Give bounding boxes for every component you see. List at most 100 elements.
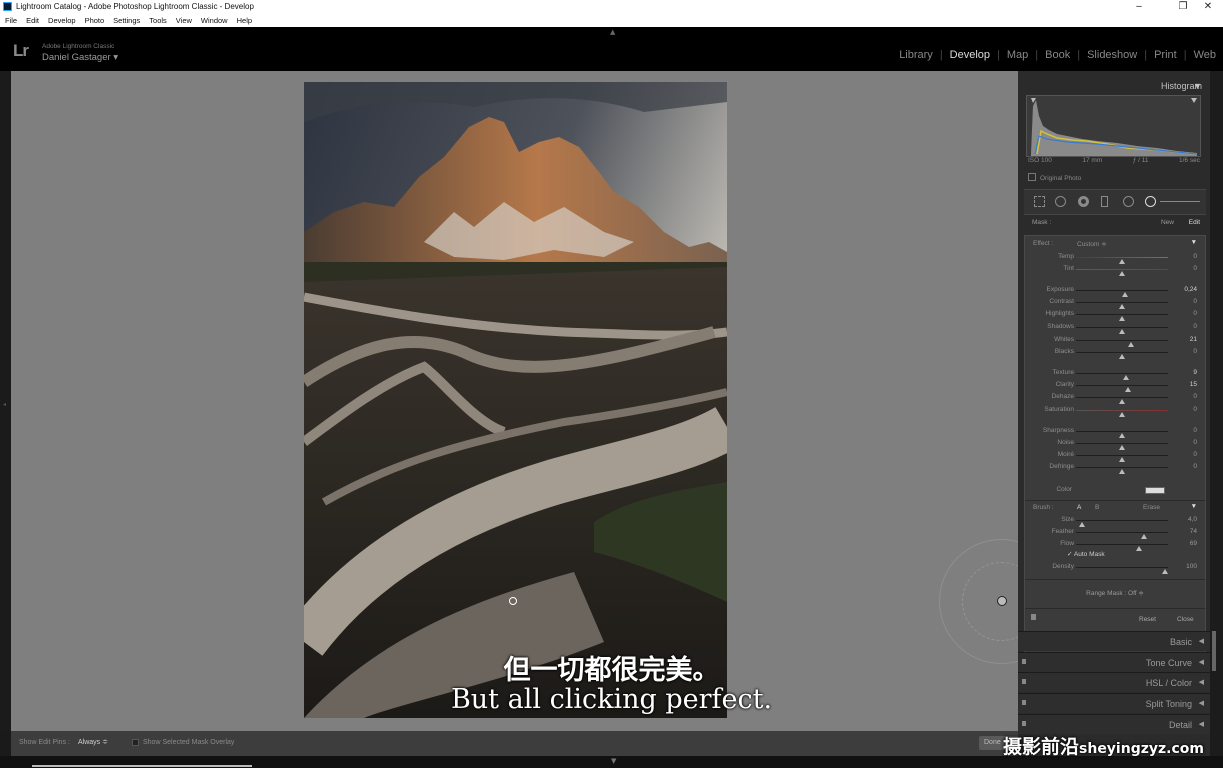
slider-clarity[interactable]: Clarity 15 [1025, 380, 1207, 392]
menu-tools[interactable]: Tools [144, 14, 171, 27]
panel-switch-icon[interactable] [1022, 679, 1026, 684]
brush-b-tab[interactable]: B [1095, 504, 1099, 511]
panel-switch-icon[interactable] [1031, 614, 1036, 620]
slider-value[interactable]: 0 [1193, 463, 1197, 470]
slider-contrast[interactable]: Contrast 0 [1025, 297, 1207, 309]
left-panel-collapsed[interactable]: ◂ [0, 71, 11, 731]
slider-knob[interactable] [1119, 412, 1125, 417]
slider-feather[interactable]: Feather 74 [1025, 527, 1207, 539]
slider-track[interactable] [1076, 257, 1168, 264]
slider-value[interactable]: 0 [1193, 393, 1197, 400]
slider-blacks[interactable]: Blacks 0 [1025, 347, 1207, 359]
slider-value[interactable]: 0 [1193, 253, 1197, 260]
slider-track[interactable] [1076, 431, 1168, 438]
module-web[interactable]: Web [1187, 49, 1223, 61]
module-book[interactable]: Book [1038, 49, 1077, 61]
slider-sharpness[interactable]: Sharpness 0 [1025, 426, 1207, 438]
panel-switch-icon[interactable] [1022, 700, 1026, 705]
graduated-filter-tool-icon[interactable] [1101, 196, 1108, 207]
mask-new-button[interactable]: New [1161, 219, 1174, 226]
panel-split-toning[interactable]: Split Toning ◀ [1018, 693, 1210, 713]
slider-noise[interactable]: Noise 0 [1025, 438, 1207, 450]
slider-track[interactable] [1076, 290, 1168, 297]
slider-track[interactable] [1076, 352, 1168, 359]
brush-a-tab[interactable]: A [1077, 504, 1081, 511]
slider-value[interactable]: 0,24 [1184, 286, 1197, 293]
slider-track[interactable] [1076, 314, 1168, 321]
slider-track[interactable] [1076, 410, 1168, 417]
slider-flow[interactable]: Flow 69 [1025, 539, 1207, 551]
slider-track[interactable] [1076, 455, 1168, 462]
scrollbar-thumb[interactable] [1212, 631, 1216, 671]
collapse-top-panel-icon[interactable]: ▲ [610, 28, 615, 36]
slider-track[interactable] [1076, 443, 1168, 450]
slider-knob[interactable] [1119, 271, 1125, 276]
slider-value[interactable]: 0 [1193, 310, 1197, 317]
red-eye-tool-icon[interactable] [1078, 196, 1089, 207]
slider-track[interactable] [1076, 340, 1168, 347]
menu-view[interactable]: View [171, 14, 196, 27]
histogram-header[interactable]: Histogram ▼ [1018, 71, 1210, 91]
show-mask-overlay-checkbox[interactable] [132, 739, 139, 746]
slider-value[interactable]: 9 [1193, 369, 1197, 376]
slider-track[interactable] [1076, 385, 1168, 392]
slider-texture[interactable]: Texture 9 [1025, 368, 1207, 380]
slider-knob[interactable] [1119, 329, 1125, 334]
slider-track[interactable] [1076, 269, 1168, 276]
tool-strip-slider[interactable] [1160, 201, 1200, 202]
range-mask-select[interactable]: Range Mask : Off ≑ [1025, 589, 1205, 597]
panel-switch-icon[interactable] [1022, 659, 1026, 664]
slider-knob[interactable] [1119, 316, 1125, 321]
slider-knob[interactable] [1119, 469, 1125, 474]
slider-temp[interactable]: Temp 0 [1025, 252, 1207, 264]
menu-file[interactable]: File [0, 14, 21, 27]
slider-value[interactable]: 0 [1193, 439, 1197, 446]
slider-knob[interactable] [1119, 354, 1125, 359]
module-map[interactable]: Map [1000, 49, 1035, 61]
slider-value[interactable]: 0 [1193, 427, 1197, 434]
expand-filmstrip-icon[interactable]: ▼ [611, 757, 616, 765]
effect-preset-select[interactable]: Custom ≑ [1077, 240, 1107, 248]
slider-track[interactable] [1076, 302, 1168, 309]
module-print[interactable]: Print [1147, 49, 1184, 61]
slider-value[interactable]: 0 [1193, 265, 1197, 272]
slider-knob[interactable] [1136, 546, 1143, 551]
slider-size[interactable]: Size 4,0 [1025, 515, 1207, 527]
slider-exposure[interactable]: Exposure 0,24 [1025, 285, 1207, 297]
brush-erase-tab[interactable]: Erase [1143, 504, 1160, 511]
slider-value[interactable]: 0 [1193, 323, 1197, 330]
slider-moire[interactable]: Moiré 0 [1025, 450, 1207, 462]
slider-value[interactable]: 74 [1190, 528, 1197, 535]
menu-develop[interactable]: Develop [43, 14, 80, 27]
slider-value[interactable]: 0 [1193, 451, 1197, 458]
slider-saturation[interactable]: Saturation 0 [1025, 405, 1207, 417]
slider-track[interactable] [1076, 327, 1168, 334]
auto-mask-toggle[interactable]: ✓ Auto Mask [1067, 550, 1105, 558]
slider-track[interactable] [1076, 520, 1168, 527]
effect-collapse-icon[interactable]: ▼ [1191, 239, 1197, 246]
show-edit-pins-select[interactable]: Always ≑ [78, 738, 108, 746]
slider-density[interactable]: Density 100 [1025, 562, 1207, 574]
slider-value[interactable]: 4,0 [1188, 516, 1197, 523]
slider-track[interactable] [1076, 467, 1168, 474]
module-develop[interactable]: Develop [943, 49, 997, 61]
panel-basic[interactable]: Basic ◀ [1018, 631, 1210, 651]
module-slideshow[interactable]: Slideshow [1080, 49, 1144, 61]
panel-tone-curve[interactable]: Tone Curve ◀ [1018, 652, 1210, 672]
slider-value[interactable]: 21 [1190, 336, 1197, 343]
spot-removal-tool-icon[interactable] [1055, 196, 1066, 207]
panel-detail[interactable]: Detail ◀ [1018, 714, 1210, 734]
original-photo-toggle[interactable]: Original Photo [1028, 173, 1081, 182]
slider-track[interactable] [1076, 373, 1168, 380]
slider-track[interactable] [1076, 532, 1168, 539]
slider-tint[interactable]: Tint 0 [1025, 264, 1207, 276]
slider-defringe[interactable]: Defringe 0 [1025, 462, 1207, 474]
minimize-button[interactable]: – [1124, 0, 1154, 14]
slider-value[interactable]: 0 [1193, 298, 1197, 305]
slider-track[interactable] [1076, 544, 1168, 551]
panel-hsl-color[interactable]: HSL / Color ◀ [1018, 672, 1210, 692]
menu-window[interactable]: Window [196, 14, 232, 27]
slider-value[interactable]: 0 [1193, 348, 1197, 355]
adjustment-brush-tool-icon[interactable] [1145, 196, 1156, 207]
radial-filter-tool-icon[interactable] [1123, 196, 1134, 207]
